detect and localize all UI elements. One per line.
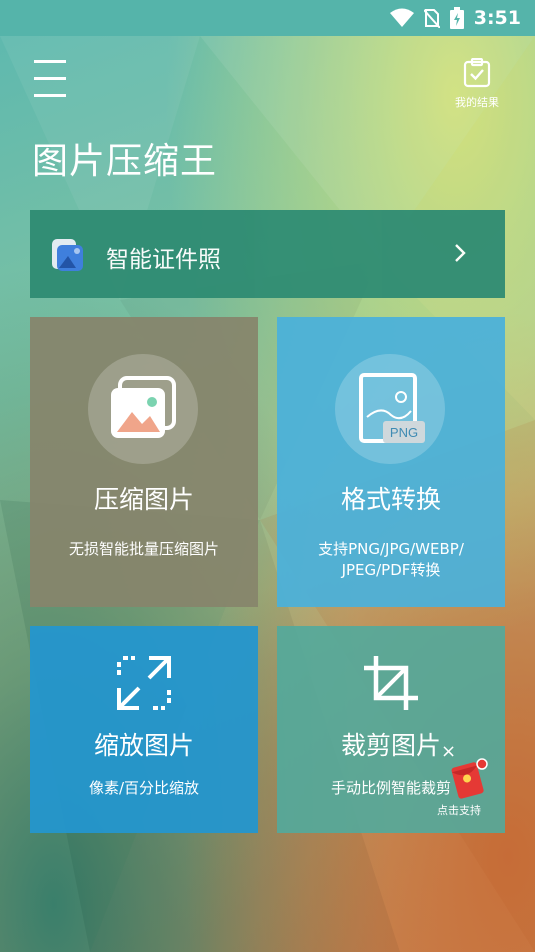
icon-circle: PNG <box>335 354 445 464</box>
png-file-icon: PNG <box>359 373 425 443</box>
png-badge-text: PNG <box>390 425 418 440</box>
photo-stack-icon <box>111 376 176 438</box>
my-results-button[interactable]: 我的结果 <box>447 57 507 110</box>
id-photo-banner[interactable]: 智能证件照 <box>30 210 505 298</box>
status-time: 3:51 <box>473 7 521 29</box>
hamburger-menu-icon[interactable] <box>34 60 66 98</box>
tile-title: 压缩图片 <box>93 485 194 514</box>
red-envelope-icon[interactable] <box>448 756 490 800</box>
app-title: 图片压缩王 <box>32 141 218 182</box>
tile-subtitle-line1: 支持PNG/JPG/WEBP/ <box>318 540 464 558</box>
tile-subtitle: 无损智能批量压缩图片 <box>68 540 219 558</box>
tile-title: 缩放图片 <box>93 731 194 760</box>
compress-image-tile[interactable]: 压缩图片 无损智能批量压缩图片 <box>30 317 258 607</box>
tile-subtitle-line2: JPEG/PDF转换 <box>341 561 441 579</box>
my-results-label: 我的结果 <box>455 96 499 109</box>
tile-subtitle: 像素/百分比缩放 <box>88 779 200 797</box>
resize-image-tile[interactable]: 缩放图片 像素/百分比缩放 <box>30 626 258 833</box>
id-photo-icon <box>52 239 83 271</box>
format-convert-tile[interactable]: PNG 格式转换 支持PNG/JPG/WEBP/ JPEG/PDF转换 <box>277 317 505 607</box>
support-label[interactable]: 点击支持 <box>437 802 481 818</box>
status-bar: 3:51 <box>0 0 535 36</box>
banner-label: 智能证件照 <box>106 247 221 273</box>
tile-title: 格式转换 <box>340 485 441 514</box>
crop-icon <box>364 656 418 710</box>
wifi-icon <box>389 8 414 27</box>
clipboard-check-icon <box>463 57 491 88</box>
battery-charging-icon <box>449 7 464 29</box>
no-sim-icon <box>423 9 440 28</box>
chevron-right-icon <box>455 244 466 262</box>
icon-circle <box>88 354 198 464</box>
resize-arrows-icon <box>117 656 171 710</box>
